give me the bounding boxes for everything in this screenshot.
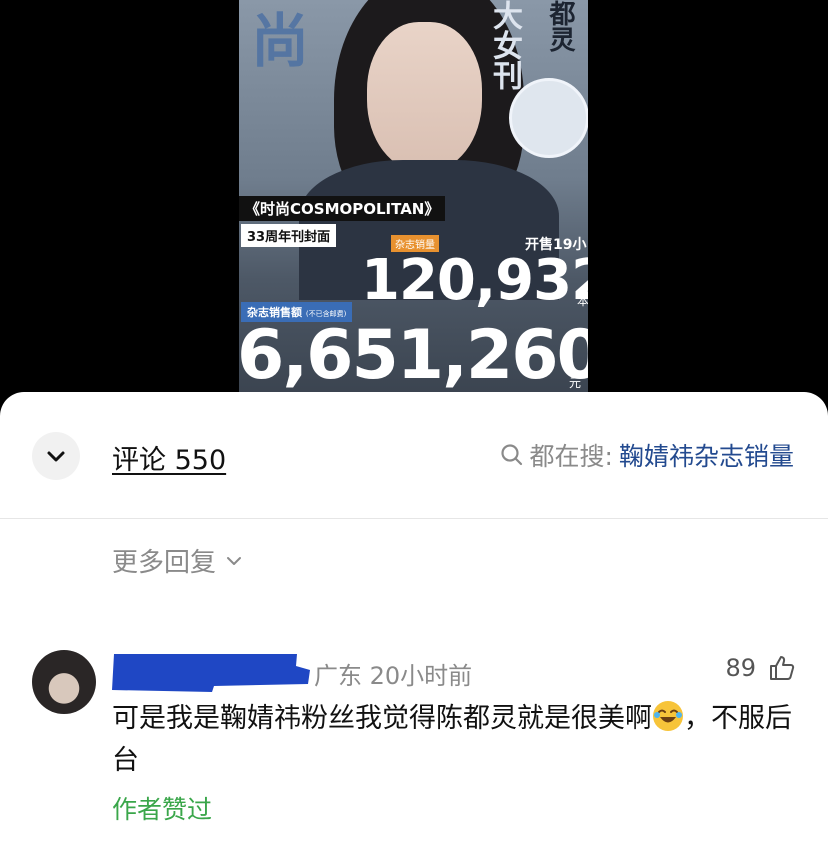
comment-text-part1: 可是我是鞠婧祎粉丝我觉得陈都灵就是很美啊 bbox=[112, 703, 652, 734]
search-suggestion[interactable]: 都在搜: 鞠婧祎杂志销量 bbox=[500, 438, 794, 472]
laughing-emoji-icon bbox=[653, 701, 683, 731]
chevron-down-icon bbox=[47, 451, 65, 462]
author-liked-badge: 作者赞过 bbox=[112, 795, 213, 824]
poster-sales-unit: 本 bbox=[577, 294, 588, 308]
comment-location-time: 广东 20小时前 bbox=[314, 662, 473, 690]
comment-count-title[interactable]: 评论 550 bbox=[112, 438, 226, 477]
poster-vertical-name: 都灵 bbox=[545, 0, 575, 52]
search-icon bbox=[500, 444, 522, 466]
poster-magazine-tag: 《时尚COSMOPOLITAN》 bbox=[239, 196, 446, 221]
like-button[interactable]: 89 bbox=[725, 654, 796, 682]
collapse-button[interactable] bbox=[32, 432, 80, 480]
comment-item: 广东 20小时前 89 可是我是鞠婧祎粉丝我觉得陈都灵就是很美啊 ，不服后台 作… bbox=[0, 642, 828, 841]
comment-text: 可是我是鞠婧祎粉丝我觉得陈都灵就是很美啊 ，不服后台 bbox=[112, 698, 796, 782]
video-area[interactable]: 尚 大女刊 都灵 《时尚COSMOPOLITAN》 33周年刊封面 杂志销量 开… bbox=[0, 0, 828, 400]
comment-sheet: 评论 550 都在搜: 鞠婧祎杂志销量 更多回复 广东 20小时前 89 可是我… bbox=[0, 392, 828, 841]
poster-revenue-number: 6,651,260 bbox=[239, 316, 588, 395]
poster-logo: 尚 bbox=[241, 10, 309, 68]
thumbs-up-icon bbox=[770, 656, 795, 680]
poster-revenue-unit: 元 bbox=[569, 376, 582, 390]
chevron-small-down-icon bbox=[227, 556, 242, 565]
avatar[interactable] bbox=[32, 650, 96, 714]
poster-sales-number: 120,932 bbox=[361, 248, 588, 313]
search-suggestion-term[interactable]: 鞠婧祎杂志销量 bbox=[619, 437, 794, 473]
poster-cover-tag: 33周年刊封面 bbox=[241, 224, 337, 247]
poster-vertical-title: 大女刊 bbox=[487, 0, 522, 90]
more-replies-button[interactable]: 更多回复 bbox=[112, 542, 244, 579]
search-suggestion-prefix: 都在搜: bbox=[529, 442, 613, 471]
like-count: 89 bbox=[725, 654, 756, 682]
video-poster: 尚 大女刊 都灵 《时尚COSMOPOLITAN》 33周年刊封面 杂志销量 开… bbox=[239, 0, 588, 400]
comment-sheet-header: 评论 550 都在搜: 鞠婧祎杂志销量 bbox=[0, 392, 828, 519]
poster-heart-frame bbox=[509, 78, 588, 158]
redacted-username[interactable] bbox=[112, 652, 312, 692]
more-replies-label: 更多回复 bbox=[112, 548, 217, 578]
poster-figure-face bbox=[367, 22, 482, 172]
